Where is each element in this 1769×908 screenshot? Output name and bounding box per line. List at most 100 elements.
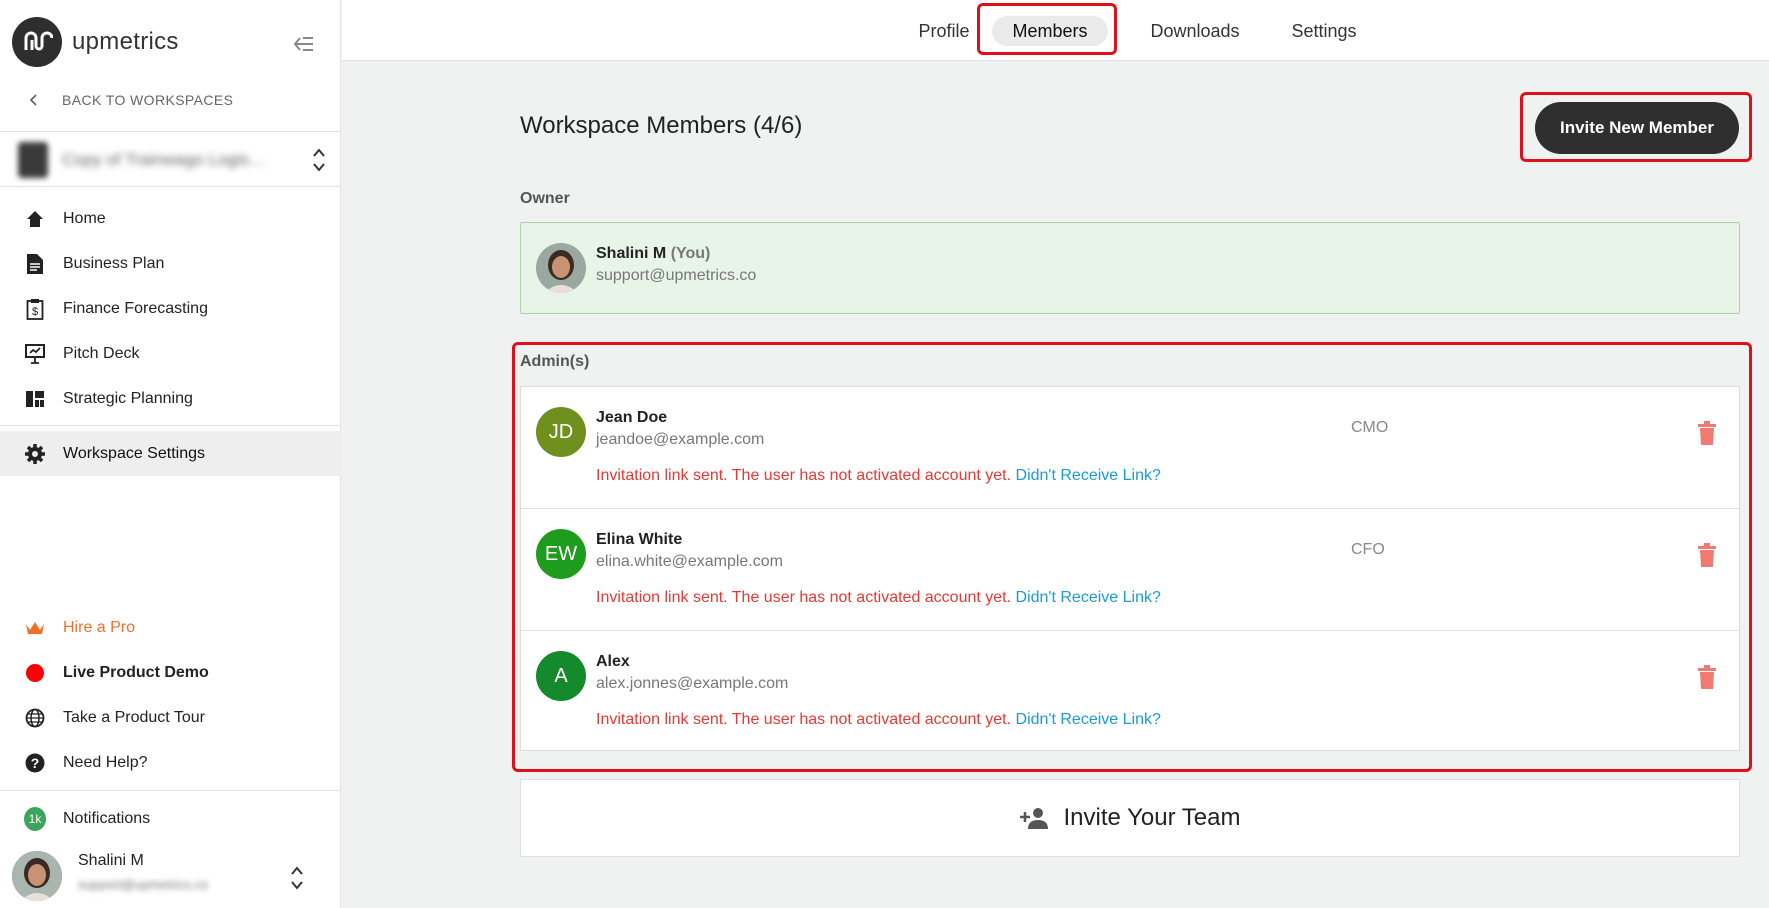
sidebar-item-notifications[interactable]: 1k Notifications: [0, 796, 341, 841]
sidebar-item-live-product-demo[interactable]: Live Product Demo: [0, 650, 341, 695]
divider: [0, 790, 341, 791]
sidebar-item-label: Home: [63, 209, 106, 227]
invite-new-member-button[interactable]: Invite New Member: [1535, 102, 1739, 154]
presentation-icon: [24, 343, 46, 365]
sidebar-item-label: Hire a Pro: [63, 618, 136, 636]
sidebar-item-business-plan[interactable]: Business Plan: [0, 241, 341, 286]
sidebar-item-product-tour[interactable]: Take a Product Tour: [0, 695, 341, 740]
owner-card: Shalini M (You) support@upmetrics.co: [520, 222, 1740, 314]
divider: [0, 131, 341, 132]
member-name: Elina White: [596, 531, 683, 548]
svg-text:$: $: [32, 306, 38, 318]
member-name: Alex: [596, 653, 630, 670]
user-menu[interactable]: Shalini M support@upmetrics.co: [12, 850, 332, 902]
divider: [0, 425, 341, 426]
you-tag: (You): [670, 245, 711, 262]
user-email: support@upmetrics.co: [78, 877, 209, 892]
live-dot-icon: [24, 662, 46, 684]
upmetrics-logo-icon: [12, 17, 62, 67]
bottom-nav: Hire a Pro Live Product Demo Take a Prod…: [0, 605, 341, 785]
delete-icon[interactable]: [1698, 665, 1716, 689]
sidebar-item-label: Notifications: [63, 809, 151, 827]
list-item: EW Elina White elina.white@example.com C…: [521, 509, 1739, 631]
chevron-left-icon: [24, 90, 44, 110]
finance-clipboard-icon: $: [24, 298, 46, 320]
notification-badge: 1k: [24, 806, 46, 831]
brand[interactable]: upmetrics: [12, 17, 179, 67]
crown-icon: [24, 617, 46, 639]
workspace-name: Copy of Trainwago Logis…: [62, 150, 267, 169]
user-name: Shalini M: [78, 852, 144, 869]
settings-nav: Workspace Settings: [0, 431, 341, 476]
sidebar-item-home[interactable]: Home: [0, 196, 341, 241]
document-icon: [24, 253, 46, 275]
tab-profile[interactable]: Profile: [896, 16, 992, 46]
invitation-status: Invitation link sent. The user has not a…: [596, 467, 1161, 485]
sidebar-item-strategic-planning[interactable]: Strategic Planning: [0, 376, 341, 421]
avatar: EW: [536, 529, 586, 579]
workspace-switcher[interactable]: Copy of Trainwago Logis…: [18, 140, 330, 180]
status-text: Invitation link sent. The user has not a…: [596, 467, 1012, 484]
admins-section-label: Admin(s): [520, 353, 590, 370]
unfold-icon: [312, 146, 326, 174]
status-text: Invitation link sent. The user has not a…: [596, 589, 1012, 606]
admins-list: JD Jean Doe jeandoe@example.com CMO Invi…: [520, 386, 1740, 751]
sidebar-item-label: Finance Forecasting: [63, 299, 208, 317]
sidebar-item-label: Need Help?: [63, 753, 148, 771]
sidebar: upmetrics BACK TO WORKSPACES Copy of Tra…: [0, 0, 341, 908]
member-email: support@upmetrics.co: [596, 267, 757, 284]
invitation-status: Invitation link sent. The user has not a…: [596, 711, 1161, 729]
page-title: Workspace Members (4/6): [520, 112, 803, 139]
sidebar-item-label: Live Product Demo: [63, 663, 209, 681]
sidebar-item-need-help[interactable]: ? Need Help?: [0, 740, 341, 785]
main-nav: Home Business Plan $ Finance Forecasting…: [0, 196, 341, 421]
gear-icon: [24, 443, 46, 465]
delete-icon[interactable]: [1698, 421, 1716, 445]
member-email: elina.white@example.com: [596, 553, 783, 570]
sidebar-item-finance-forecasting[interactable]: $ Finance Forecasting: [0, 286, 341, 331]
invite-your-team-button[interactable]: Invite Your Team: [520, 779, 1740, 857]
avatar: [12, 851, 62, 901]
notifications-nav: 1k Notifications: [0, 796, 341, 841]
member-email: jeandoe@example.com: [596, 431, 765, 448]
sidebar-item-label: Pitch Deck: [63, 344, 140, 362]
tab-settings[interactable]: Settings: [1281, 16, 1367, 46]
home-icon: [24, 208, 46, 230]
tab-downloads[interactable]: Downloads: [1139, 16, 1251, 46]
help-icon: ?: [24, 752, 46, 774]
avatar: A: [536, 651, 586, 701]
owner-section-label: Owner: [520, 190, 570, 207]
delete-icon[interactable]: [1698, 543, 1716, 567]
workspace-thumbnail: [18, 142, 48, 178]
status-text: Invitation link sent. The user has not a…: [596, 711, 1012, 728]
avatar: [536, 243, 586, 293]
back-to-workspaces-link[interactable]: BACK TO WORKSPACES: [24, 90, 233, 110]
member-role: CMO: [1351, 419, 1389, 436]
member-name: Shalini M (You): [596, 245, 710, 263]
member-role: CFO: [1351, 541, 1385, 558]
dashboard-icon: [24, 388, 46, 410]
add-person-icon: [1019, 806, 1049, 830]
sidebar-item-workspace-settings[interactable]: Workspace Settings: [0, 431, 341, 476]
owner-name: Shalini M: [596, 245, 667, 262]
collapse-sidebar-icon[interactable]: [292, 34, 316, 54]
resend-link[interactable]: Didn't Receive Link?: [1016, 467, 1161, 484]
resend-link[interactable]: Didn't Receive Link?: [1016, 711, 1161, 728]
sidebar-item-label: Workspace Settings: [63, 444, 205, 462]
member-email: alex.jonnes@example.com: [596, 675, 789, 692]
member-name: Jean Doe: [596, 409, 668, 426]
resend-link[interactable]: Didn't Receive Link?: [1016, 589, 1161, 606]
brand-name: upmetrics: [72, 28, 179, 55]
invitation-status: Invitation link sent. The user has not a…: [596, 589, 1161, 607]
sidebar-item-pitch-deck[interactable]: Pitch Deck: [0, 331, 341, 376]
sidebar-item-hire-a-pro[interactable]: Hire a Pro: [0, 605, 341, 650]
tab-members[interactable]: Members: [992, 16, 1108, 46]
globe-icon: [24, 707, 46, 729]
back-label: BACK TO WORKSPACES: [62, 92, 234, 108]
notification-badge-wrap: 1k: [24, 806, 46, 831]
list-item: A Alex alex.jonnes@example.com Invitatio…: [521, 631, 1739, 753]
sidebar-item-label: Business Plan: [63, 254, 165, 272]
sidebar-item-label: Take a Product Tour: [63, 708, 206, 726]
unfold-icon: [290, 864, 304, 892]
list-item: JD Jean Doe jeandoe@example.com CMO Invi…: [521, 387, 1739, 509]
